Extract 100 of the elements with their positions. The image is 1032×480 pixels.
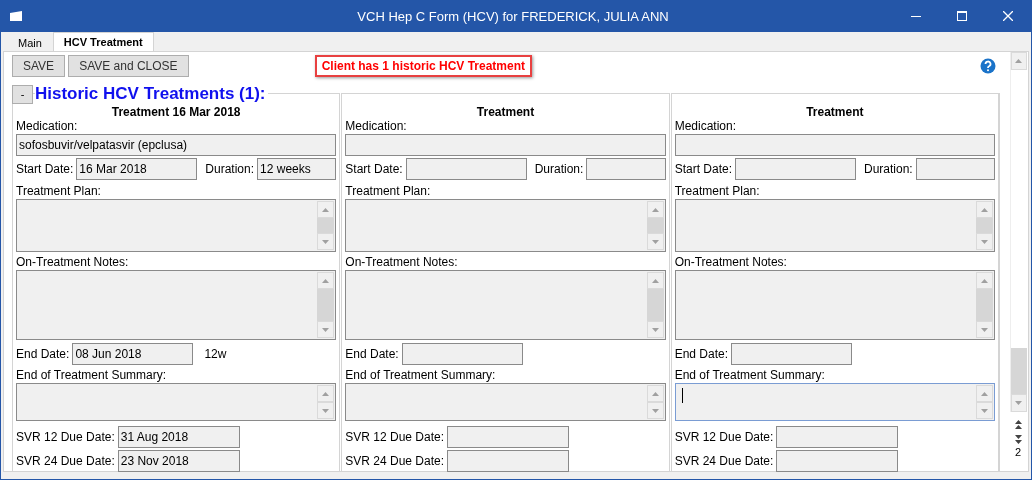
treatment-plan-field[interactable] xyxy=(16,199,337,252)
field-label: Start Date: xyxy=(674,162,732,176)
field-label: On-Treatment Notes: xyxy=(16,255,130,269)
field-label: SVR 24 Due Date: xyxy=(674,454,774,468)
svr12-date-field[interactable] xyxy=(776,426,899,448)
svr12-date-field[interactable] xyxy=(447,426,570,448)
field-label: Treatment Plan: xyxy=(345,184,432,198)
field-label: Duration: xyxy=(534,162,584,176)
scroll-thumb[interactable] xyxy=(646,289,664,321)
tab[interactable]: HCV Treatment xyxy=(52,32,154,51)
field-label: End Date: xyxy=(16,347,70,361)
treatment-heading: Treatment 16 Mar 2018 xyxy=(110,105,242,119)
scroll-down-icon[interactable] xyxy=(322,408,330,413)
scroll-down-icon[interactable] xyxy=(651,327,659,332)
scroll-up-icon[interactable] xyxy=(1015,59,1022,63)
scroll-up-icon[interactable] xyxy=(322,207,330,212)
field-label: SVR 12 Due Date: xyxy=(345,430,445,444)
field-label: SVR 12 Due Date: xyxy=(16,430,115,444)
notes-field[interactable] xyxy=(16,270,337,340)
field-label: End Date: xyxy=(674,347,729,361)
treatment-plan-field[interactable] xyxy=(674,199,995,252)
scrollbar[interactable] xyxy=(317,272,335,338)
scroll-up-icon[interactable] xyxy=(981,391,988,396)
end-date-field[interactable]: 08 Jun 2018 xyxy=(72,343,194,365)
notes-field[interactable] xyxy=(345,270,666,340)
duration-field[interactable]: 12 weeks xyxy=(257,158,337,180)
tab[interactable]: Main xyxy=(7,34,53,51)
scrollbar[interactable] xyxy=(976,385,993,419)
notes-field[interactable] xyxy=(674,270,995,340)
alert-message: Client has 1 historic HCV Treatment xyxy=(314,55,532,77)
scroll-down-icon[interactable] xyxy=(322,239,330,244)
scroll-thumb[interactable] xyxy=(317,218,335,233)
field-label: End of Treatment Summary: xyxy=(345,368,497,382)
field-label: Duration: xyxy=(864,162,913,176)
scroll-thumb[interactable] xyxy=(1010,347,1027,394)
medication-field[interactable] xyxy=(345,134,666,156)
scrollbar[interactable] xyxy=(317,201,335,250)
scroll-thumb[interactable] xyxy=(976,289,993,321)
help-icon[interactable] xyxy=(980,58,996,74)
scrollbar[interactable] xyxy=(646,272,664,338)
duration-note: 12w xyxy=(204,347,227,361)
scroll-thumb[interactable] xyxy=(646,218,664,233)
page-down-icon[interactable] xyxy=(1014,435,1022,444)
field-label: SVR 24 Due Date: xyxy=(345,454,445,468)
summary-field[interactable] xyxy=(16,383,337,421)
field-label: Medication: xyxy=(345,119,408,133)
field-label: Medication: xyxy=(674,119,738,133)
treatment-heading: Treatment xyxy=(805,105,865,119)
start-date-field[interactable] xyxy=(405,158,527,180)
medication-field[interactable]: sofosbuvir/velpatasvir (epclusa) xyxy=(16,134,337,156)
scroll-up-icon[interactable] xyxy=(322,391,330,396)
maximize-icon xyxy=(957,11,967,21)
scroll-up-icon[interactable] xyxy=(981,207,988,212)
summary-field[interactable] xyxy=(345,383,666,421)
end-date-field[interactable] xyxy=(401,343,523,365)
scroll-down-icon[interactable] xyxy=(651,239,659,244)
scroll-up-icon[interactable] xyxy=(651,278,659,283)
start-date-field[interactable]: 16 Mar 2018 xyxy=(76,158,198,180)
scroll-up-icon[interactable] xyxy=(322,278,330,283)
scroll-down-icon[interactable] xyxy=(322,327,330,332)
scroll-up-icon[interactable] xyxy=(651,207,659,212)
app-icon xyxy=(9,10,23,22)
end-date-field[interactable] xyxy=(731,343,853,365)
treatment-heading: Treatment xyxy=(475,105,536,119)
start-date-field[interactable] xyxy=(735,158,856,180)
scroll-up-icon[interactable] xyxy=(981,278,988,283)
scroll-up-icon[interactable] xyxy=(651,391,659,396)
field-label: End Date: xyxy=(345,347,399,361)
scrollbar[interactable] xyxy=(317,385,335,419)
save-button[interactable]: SAVE xyxy=(12,55,66,77)
scroll-down-icon[interactable] xyxy=(981,327,988,332)
scrollbar[interactable] xyxy=(646,385,664,419)
svr24-date-field[interactable] xyxy=(447,450,570,472)
duration-field[interactable] xyxy=(915,158,995,180)
scrollbar[interactable] xyxy=(1009,52,1027,412)
duration-field[interactable] xyxy=(586,158,666,180)
scroll-down-icon[interactable] xyxy=(651,408,659,413)
scroll-down-icon[interactable] xyxy=(981,239,988,244)
svr24-date-field[interactable]: 23 Nov 2018 xyxy=(117,450,240,472)
scrollbar[interactable] xyxy=(976,272,993,338)
field-label: Treatment Plan: xyxy=(16,184,102,198)
scroll-down-icon[interactable] xyxy=(981,408,988,413)
collapse-button[interactable]: - xyxy=(12,84,33,104)
scroll-thumb[interactable] xyxy=(976,218,993,233)
text-cursor xyxy=(681,388,683,403)
close-icon xyxy=(1003,11,1013,21)
treatment-plan-field[interactable] xyxy=(345,199,666,252)
medication-field[interactable] xyxy=(674,134,995,156)
page-number: 2 xyxy=(1014,446,1022,458)
scrollbar[interactable] xyxy=(976,201,993,250)
save-and-close-button[interactable]: SAVE and CLOSE xyxy=(68,55,189,77)
svr12-date-field[interactable]: 31 Aug 2018 xyxy=(117,426,240,448)
scrollbar[interactable] xyxy=(646,201,664,250)
scroll-thumb[interactable] xyxy=(317,289,335,321)
scroll-down-icon[interactable] xyxy=(1015,401,1022,405)
field-label: SVR 12 Due Date: xyxy=(674,430,774,444)
svr24-date-field[interactable] xyxy=(776,450,899,472)
page-up-icon[interactable] xyxy=(1014,420,1022,429)
section-title: Historic HCV Treatments (1): xyxy=(35,84,268,104)
summary-field[interactable] xyxy=(674,383,995,421)
